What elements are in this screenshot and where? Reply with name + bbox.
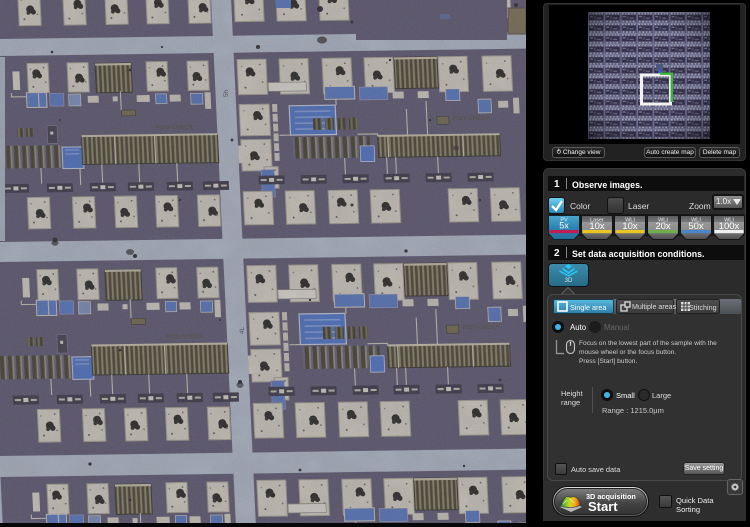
svg-text:100x: 100x bbox=[719, 221, 740, 232]
svg-text:5x: 5x bbox=[559, 221, 569, 231]
svg-text:50x: 50x bbox=[688, 221, 704, 232]
svg-text:10x: 10x bbox=[622, 221, 638, 232]
svg-text:10x: 10x bbox=[589, 221, 605, 232]
svg-text:20x: 20x bbox=[655, 221, 671, 232]
